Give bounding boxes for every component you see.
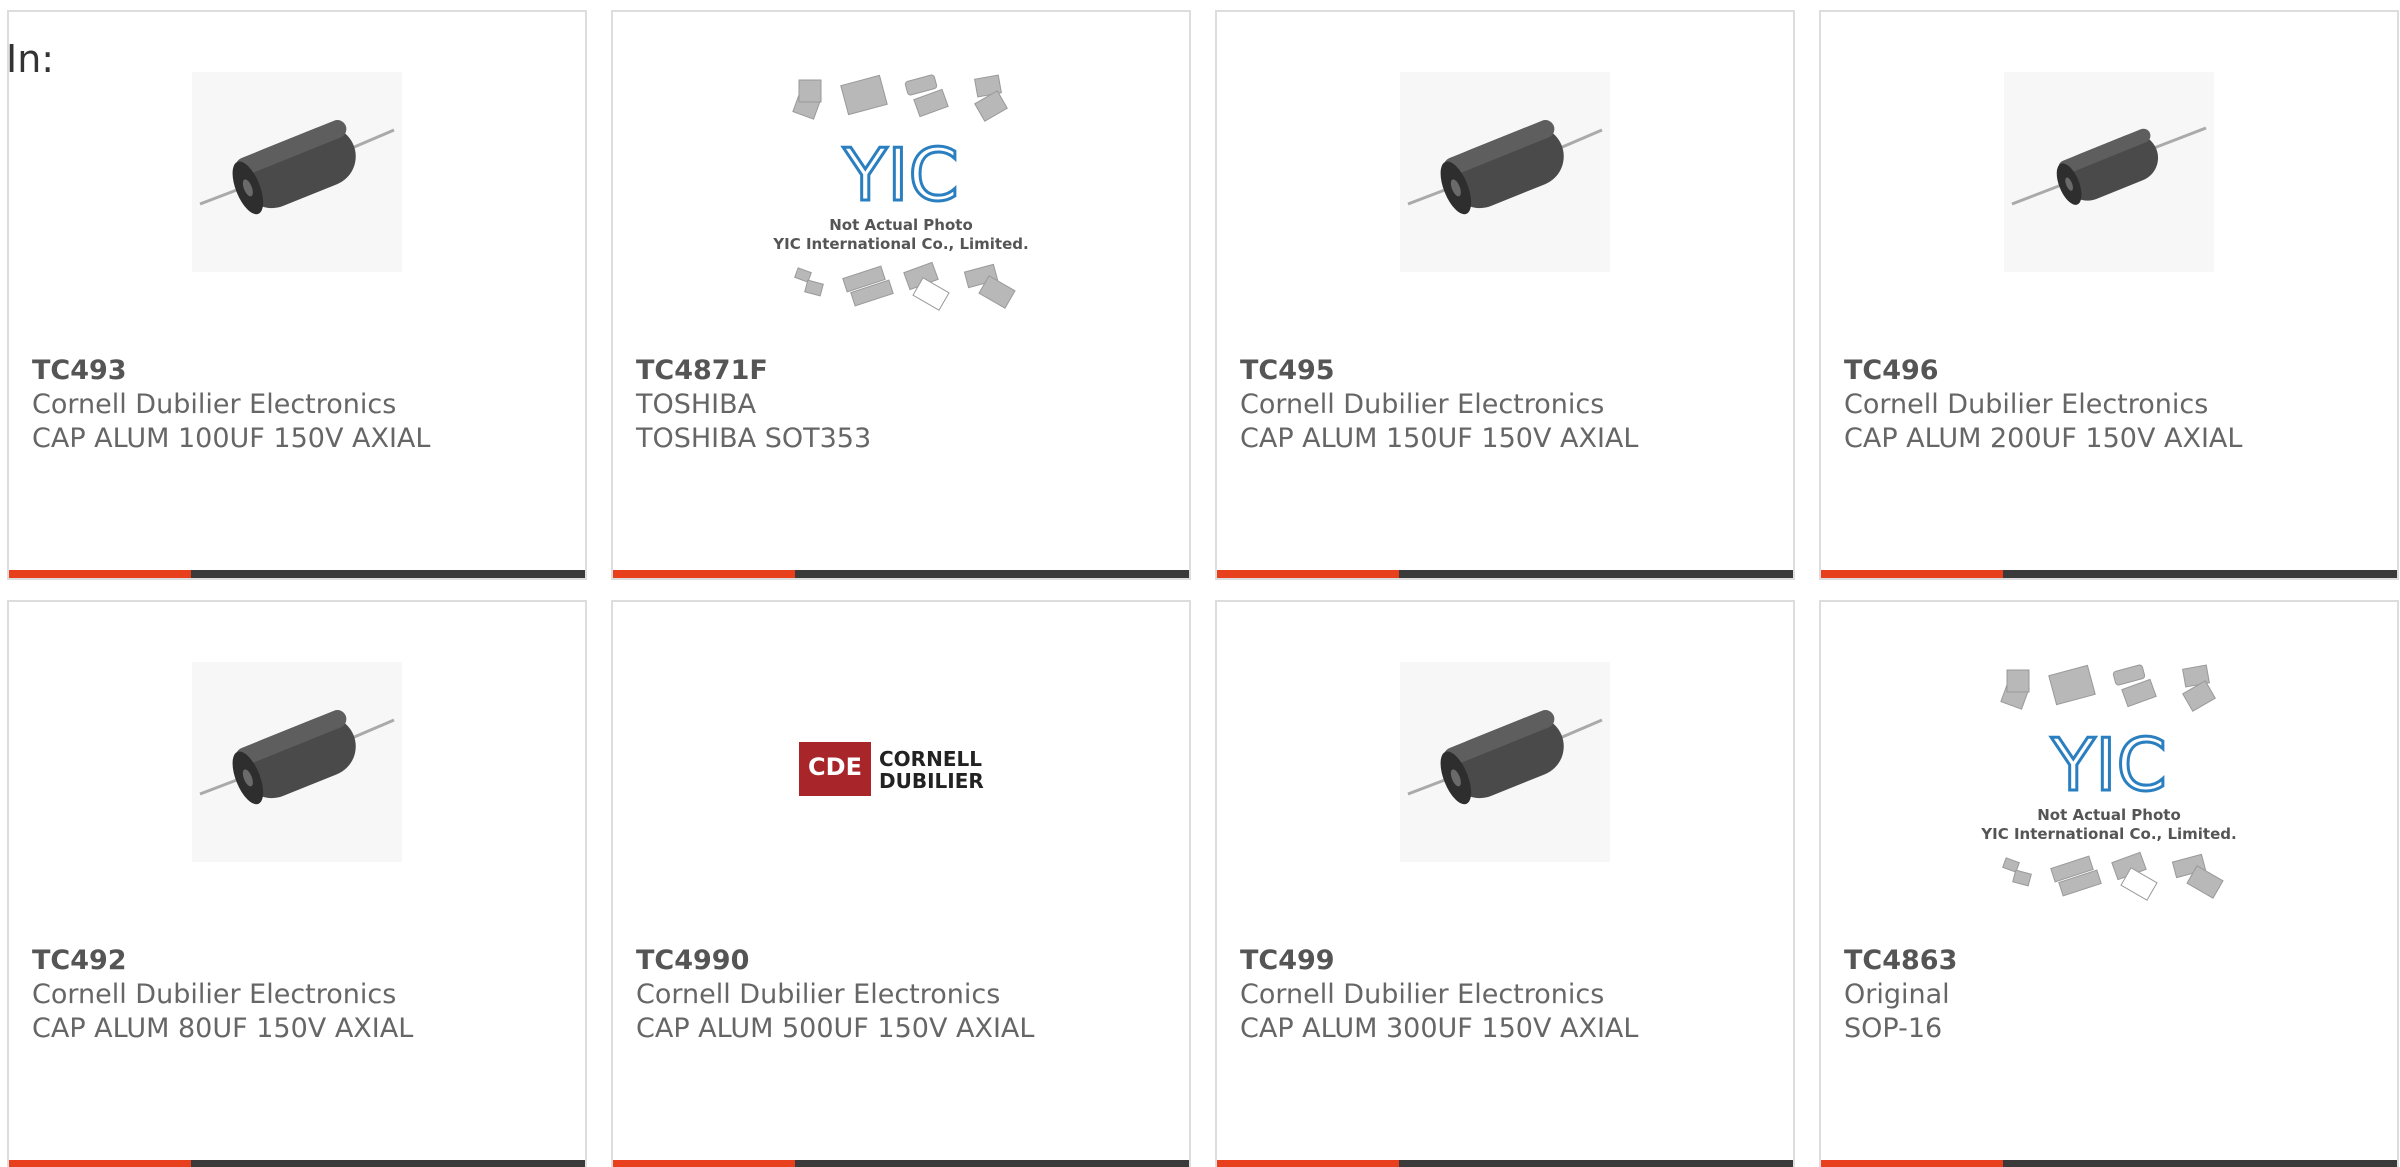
- card-accent-bar: [9, 1160, 191, 1167]
- placeholder-image: YIC Not Actual Photo YIC International C…: [772, 74, 1029, 311]
- product-card[interactable]: YIC Not Actual Photo YIC International C…: [611, 10, 1191, 580]
- capacitor-image: [1400, 662, 1610, 862]
- product-results-page: In: TC493 Cornell Dubilier Electronics C…: [0, 0, 2400, 1167]
- card-accent-bar: [1217, 1160, 1399, 1167]
- product-image: YIC Not Actual Photo YIC International C…: [613, 72, 1189, 352]
- part-number: TC499: [1240, 945, 1335, 976]
- svg-text:YIC International Co., Limited: YIC International Co., Limited.: [1980, 825, 2236, 843]
- description: TOSHIBA SOT353: [636, 423, 872, 454]
- brand-logo-image: CDE CORNELL DUBILIER: [799, 742, 984, 796]
- part-number: TC495: [1240, 355, 1335, 386]
- manufacturer: Cornell Dubilier Electronics: [1240, 979, 1605, 1010]
- manufacturer: Original: [1844, 979, 1950, 1010]
- product-image: CDE CORNELL DUBILIER: [613, 662, 1189, 942]
- description: CAP ALUM 300UF 150V AXIAL: [1240, 1013, 1639, 1044]
- product-image: [9, 72, 585, 352]
- svg-text:YIC: YIC: [2050, 723, 2167, 807]
- part-number: TC4863: [1844, 945, 1958, 976]
- manufacturer: Cornell Dubilier Electronics: [32, 389, 397, 420]
- card-footer-bar: [1217, 1160, 1793, 1167]
- card-accent-bar: [1821, 570, 2003, 578]
- part-number: TC492: [32, 945, 127, 976]
- card-footer-bar: [613, 1160, 1189, 1167]
- manufacturer: Cornell Dubilier Electronics: [32, 979, 397, 1010]
- product-card[interactable]: TC496 Cornell Dubilier Electronics CAP A…: [1819, 10, 2399, 580]
- part-number: TC4990: [636, 945, 750, 976]
- description: SOP-16: [1844, 1013, 1943, 1044]
- product-card[interactable]: YIC Not Actual Photo YIC International C…: [1819, 600, 2399, 1167]
- capacitor-image: [192, 72, 402, 272]
- manufacturer: Cornell Dubilier Electronics: [636, 979, 1001, 1010]
- product-card[interactable]: TC493 Cornell Dubilier Electronics CAP A…: [7, 10, 587, 580]
- product-card[interactable]: TC495 Cornell Dubilier Electronics CAP A…: [1215, 10, 1795, 580]
- card-footer-bar: [1821, 1160, 2397, 1167]
- svg-text:CDE: CDE: [808, 753, 862, 781]
- card-accent-bar: [613, 570, 795, 578]
- svg-text:Not Actual Photo: Not Actual Photo: [829, 216, 973, 234]
- card-accent-bar: [613, 1160, 795, 1167]
- card-accent-bar: [1821, 1160, 2003, 1167]
- capacitor-image: [2004, 72, 2214, 272]
- part-number: TC496: [1844, 355, 1939, 386]
- capacitor-image: [192, 662, 402, 862]
- product-image: [1217, 72, 1793, 352]
- filter-label: In:: [6, 37, 55, 81]
- product-card[interactable]: TC492 Cornell Dubilier Electronics CAP A…: [7, 600, 587, 1167]
- description: CAP ALUM 200UF 150V AXIAL: [1844, 423, 2243, 454]
- card-footer-bar: [613, 570, 1189, 578]
- product-image: [1821, 72, 2397, 352]
- description: CAP ALUM 500UF 150V AXIAL: [636, 1013, 1035, 1044]
- product-grid: TC493 Cornell Dubilier Electronics CAP A…: [7, 10, 2400, 1167]
- description: CAP ALUM 100UF 150V AXIAL: [32, 423, 431, 454]
- manufacturer: Cornell Dubilier Electronics: [1844, 389, 2209, 420]
- product-card[interactable]: CDE CORNELL DUBILIER TC4990 Cornell Dubi…: [611, 600, 1191, 1167]
- svg-text:DUBILIER: DUBILIER: [879, 769, 984, 793]
- svg-text:YIC International Co., Limited: YIC International Co., Limited.: [772, 235, 1028, 253]
- manufacturer: Cornell Dubilier Electronics: [1240, 389, 1605, 420]
- product-image: YIC Not Actual Photo YIC International C…: [1821, 662, 2397, 942]
- card-footer-bar: [1821, 570, 2397, 578]
- capacitor-image: [1400, 72, 1610, 272]
- card-footer-bar: [9, 1160, 585, 1167]
- placeholder-image: YIC Not Actual Photo YIC International C…: [1980, 664, 2237, 901]
- card-accent-bar: [9, 570, 191, 578]
- product-image: [9, 662, 585, 942]
- card-footer-bar: [1217, 570, 1793, 578]
- card-accent-bar: [1217, 570, 1399, 578]
- part-number: TC493: [32, 355, 127, 386]
- part-number: TC4871F: [636, 355, 768, 386]
- svg-text:CORNELL: CORNELL: [879, 747, 982, 771]
- description: CAP ALUM 80UF 150V AXIAL: [32, 1013, 414, 1044]
- description: CAP ALUM 150UF 150V AXIAL: [1240, 423, 1639, 454]
- manufacturer: TOSHIBA: [636, 389, 757, 420]
- product-image: [1217, 662, 1793, 942]
- product-card[interactable]: TC499 Cornell Dubilier Electronics CAP A…: [1215, 600, 1795, 1167]
- svg-text:Not Actual Photo: Not Actual Photo: [2037, 806, 2181, 824]
- card-footer-bar: [9, 570, 585, 578]
- svg-text:YIC: YIC: [842, 133, 959, 217]
